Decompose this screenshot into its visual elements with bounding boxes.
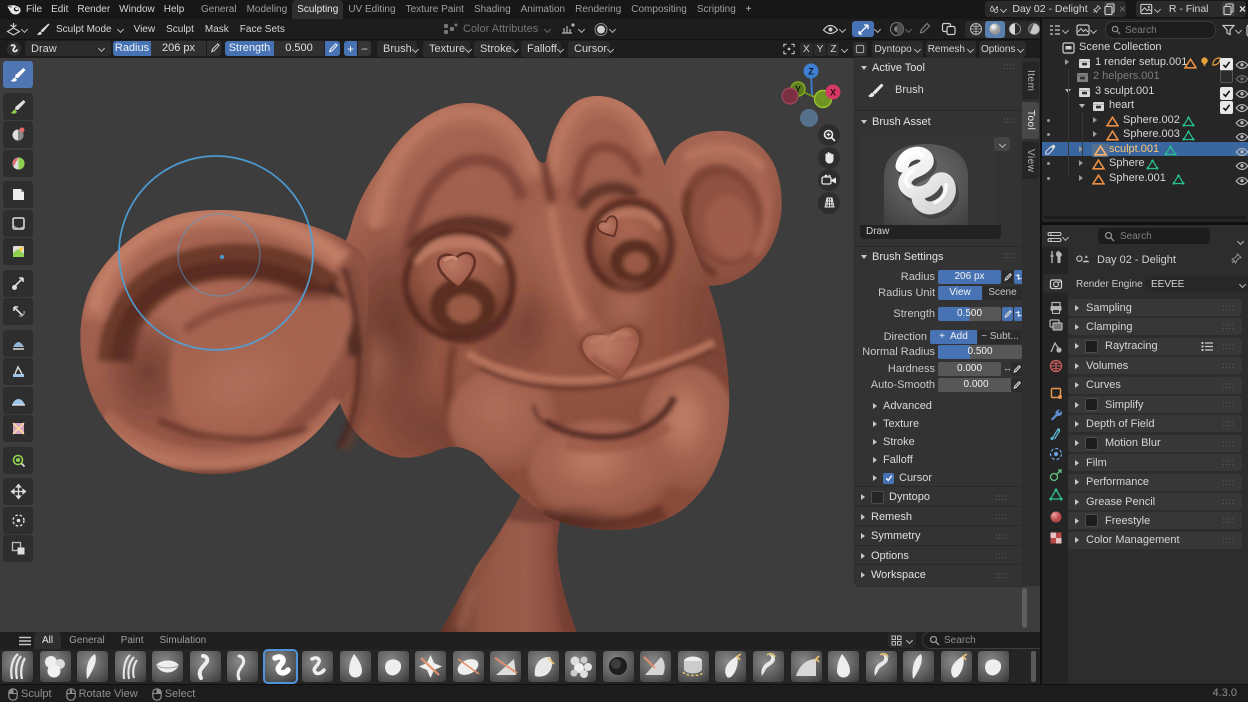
svg-text:X: X (830, 88, 836, 98)
svg-text:Z: Z (808, 67, 814, 77)
